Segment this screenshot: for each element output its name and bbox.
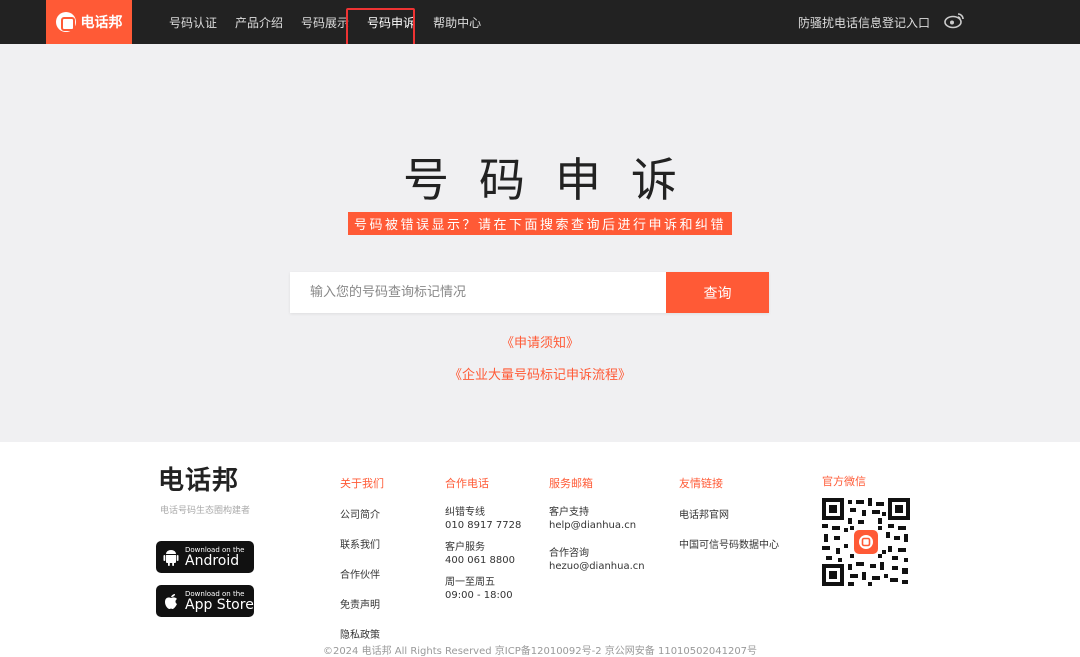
email-group: 合作咨询 hezuo@dianhua.cn (549, 547, 645, 573)
about-disclaimer-link[interactable]: 免责声明 (340, 596, 384, 611)
phone-value: 09:00 - 18:00 (445, 590, 513, 601)
phone-group: 客户服务 400 061 8800 (445, 541, 521, 567)
logo-text: 电话邦 (80, 15, 123, 31)
links-title: 友情链接 (679, 477, 723, 490)
apple-icon (162, 592, 180, 610)
application-notice-link[interactable]: 《申请须知》 (0, 332, 1080, 351)
about-partners-link[interactable]: 合作伙伴 (340, 566, 384, 581)
about-title: 关于我们 (340, 477, 384, 490)
android-download-button[interactable]: Download on the Android (156, 541, 254, 573)
top-navbar: 电话邦 号码认证 产品介绍 号码展示 号码申诉 帮助中心 防骚扰电话信息登记入口 (0, 0, 1080, 44)
about-company-link[interactable]: 公司简介 (340, 506, 384, 521)
phone-label: 纠错专线 (445, 507, 485, 518)
copyright-text: ©2024 电话邦 All Rights Reserved 京ICP备12010… (322, 646, 758, 657)
about-privacy-link[interactable]: 隐私政策 (340, 626, 384, 641)
footer: 电话邦 电话号码生态圈构建者 Download on the Android D… (0, 442, 1080, 657)
android-icon (162, 548, 180, 566)
phone-label: 周一至周五 (445, 577, 495, 588)
about-contact-link[interactable]: 联系我们 (340, 536, 384, 551)
hero-subtitle-wrap: 号码被错误显示？请在下面搜索查询后进行申诉和纠错 (0, 212, 1080, 235)
footer-phone-column: 合作电话 纠错专线 010 8917 7728 客户服务 400 061 880… (445, 475, 521, 602)
logo-icon (55, 12, 76, 32)
nav-item-number-auth[interactable]: 号码认证 (169, 14, 217, 31)
weibo-icon[interactable] (944, 11, 966, 29)
phone-group: 纠错专线 010 8917 7728 (445, 506, 521, 532)
hero-section: 号码申诉 号码被错误显示？请在下面搜索查询后进行申诉和纠错 查询 《申请须知》 … (0, 44, 1080, 442)
email-value[interactable]: help@dianhua.cn (549, 519, 645, 532)
nav-item-help-center[interactable]: 帮助中心 (433, 14, 481, 31)
main-nav: 号码认证 产品介绍 号码展示 号码申诉 帮助中心 (160, 0, 490, 44)
email-group: 客户支持 help@dianhua.cn (549, 506, 645, 532)
enterprise-appeal-process-link[interactable]: 《企业大量号码标记申诉流程》 (0, 364, 1080, 383)
hero-subtitle: 号码被错误显示？请在下面搜索查询后进行申诉和纠错 (347, 212, 732, 235)
footer-slogan: 电话号码生态圈构建者 (160, 506, 251, 516)
phone-value: 010 8917 7728 (445, 520, 522, 531)
phone-title: 合作电话 (445, 477, 489, 490)
wechat-title: 官方微信 (822, 475, 866, 488)
nav-item-number-appeal[interactable]: 号码申诉 (367, 14, 415, 31)
nav-item-products[interactable]: 产品介绍 (235, 14, 283, 31)
footer-about-column: 关于我们 公司简介 联系我们 合作伙伴 免责声明 隐私政策 (340, 475, 384, 656)
nav-item-number-display[interactable]: 号码展示 (301, 14, 349, 31)
appstore-badge-large: App Store (185, 596, 254, 613)
query-button[interactable]: 查询 (666, 272, 769, 313)
page-title: 号码申诉 (403, 153, 707, 207)
phone-value: 400 061 8800 (445, 555, 515, 566)
link-official-site[interactable]: 电话邦官网 (679, 506, 779, 521)
number-search-bar: 查询 (290, 272, 769, 313)
appstore-download-button[interactable]: Download on the App Store (156, 585, 254, 617)
email-title: 服务邮箱 (549, 477, 593, 490)
number-search-input[interactable] (290, 272, 666, 313)
email-value[interactable]: hezuo@dianhua.cn (549, 560, 645, 573)
email-label: 客户支持 (549, 507, 589, 518)
phone-group: 周一至周五 09:00 - 18:00 (445, 576, 521, 602)
logo[interactable]: 电话邦 (46, 0, 132, 44)
footer-brand: 电话邦 (158, 466, 240, 496)
wechat-qr-code (822, 498, 910, 586)
link-trusted-number-center[interactable]: 中国可信号码数据中心 (679, 536, 779, 551)
email-label: 合作咨询 (549, 548, 589, 559)
anti-harassment-register-link[interactable]: 防骚扰电话信息登记入口 (798, 0, 930, 44)
footer-links-column: 友情链接 电话邦官网 中国可信号码数据中心 (679, 475, 779, 566)
phone-label: 客户服务 (445, 542, 485, 553)
android-badge-large: Android (185, 552, 240, 569)
footer-email-column: 服务邮箱 客户支持 help@dianhua.cn 合作咨询 hezuo@dia… (549, 475, 645, 573)
